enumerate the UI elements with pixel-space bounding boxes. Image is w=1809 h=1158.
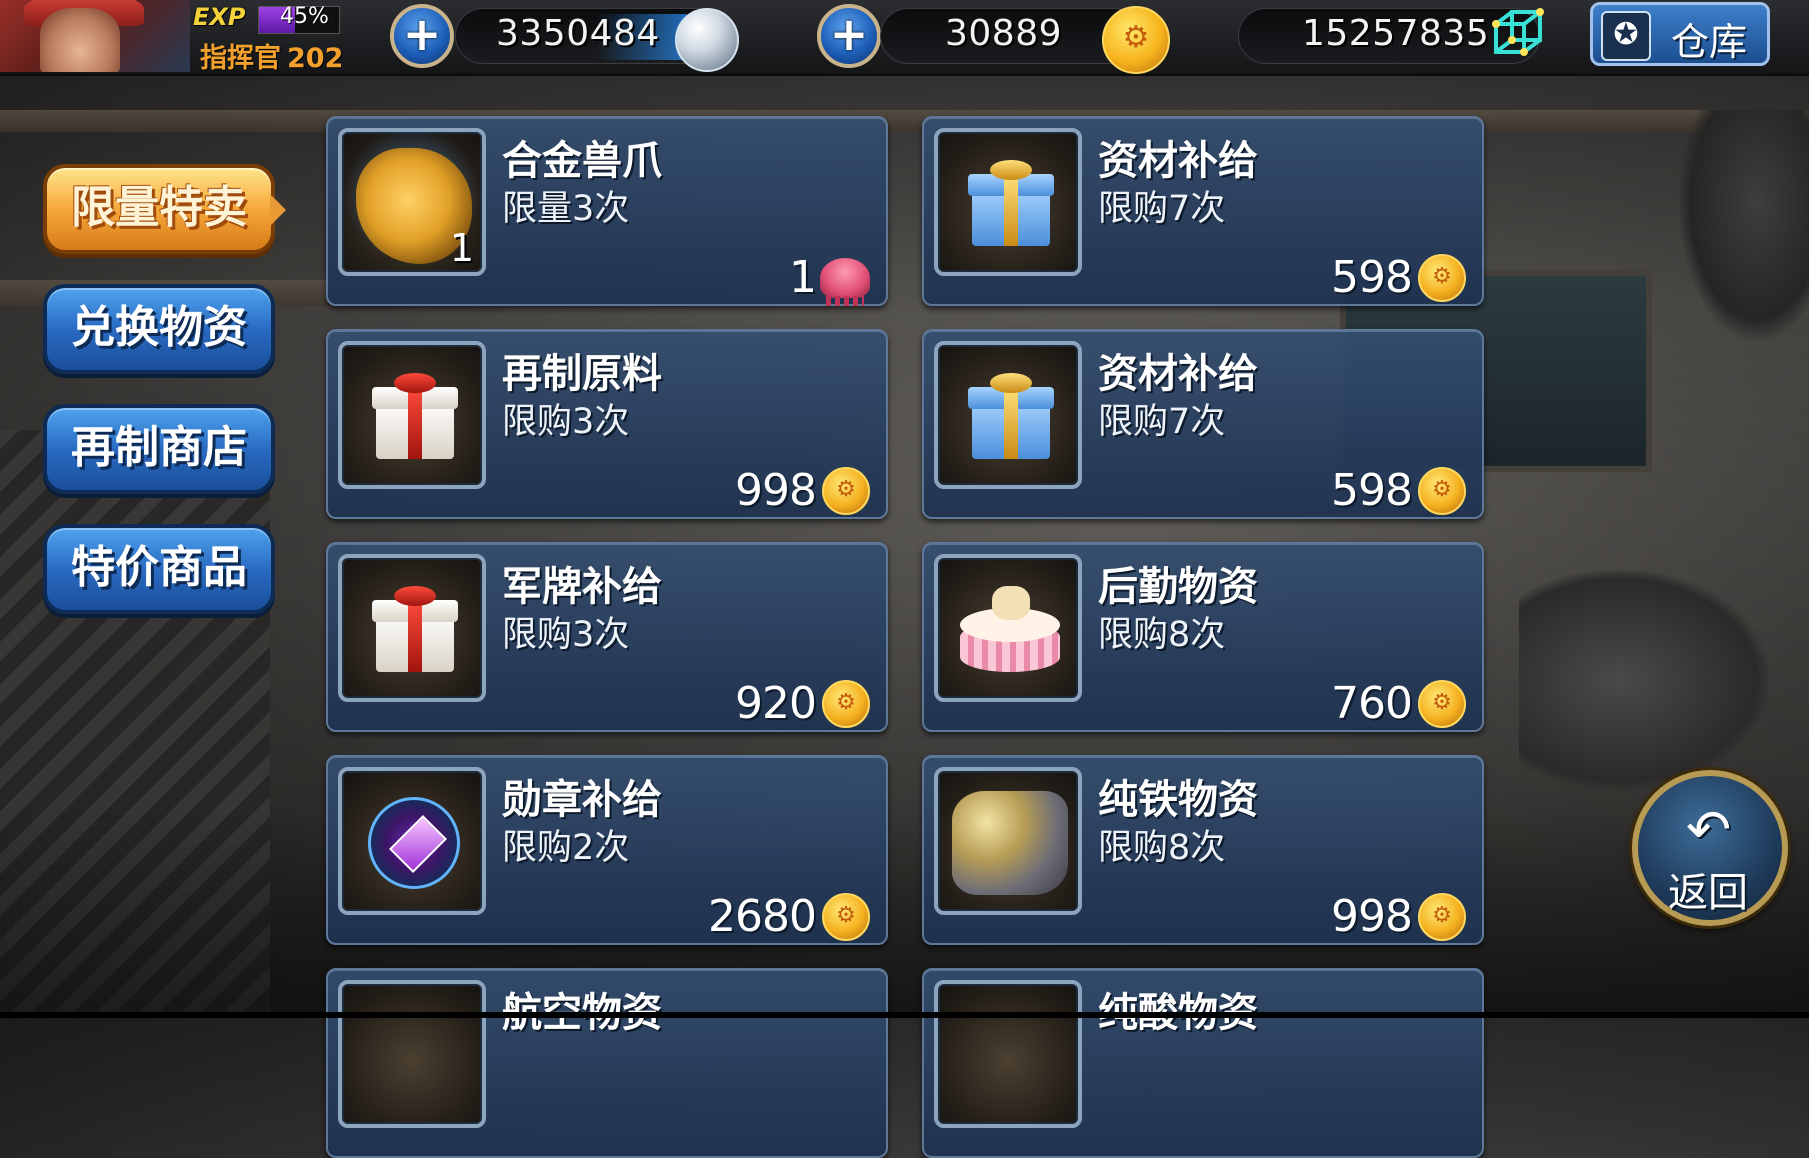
- silver-coin-icon: [675, 8, 739, 72]
- star-item-icon: [338, 980, 486, 1128]
- tab-exchange-supplies[interactable]: 兑换物资: [43, 284, 275, 374]
- item-limit: 限量3次: [502, 189, 630, 229]
- cake-gift-icon: [934, 554, 1082, 702]
- tab-remake-shop[interactable]: 再制商店: [43, 404, 275, 494]
- ore-art: [952, 791, 1068, 895]
- shop-item-card[interactable]: 军牌补给 限购3次 920 ⚙: [326, 542, 888, 732]
- warehouse-button[interactable]: ✪ 仓库: [1590, 2, 1770, 66]
- item-price: 998: [735, 465, 817, 516]
- back-arrow-icon: ↶: [1686, 798, 1732, 861]
- background-floor: [0, 808, 1809, 1018]
- item-price: 598: [1331, 465, 1413, 516]
- gold-coin-icon: ⚙: [1418, 254, 1466, 302]
- item-name: 军牌补给: [502, 564, 662, 610]
- background-helmet: [1679, 110, 1809, 340]
- item-name: 再制原料: [502, 351, 662, 397]
- red-gift-icon: [338, 341, 486, 489]
- exp-label: EXP: [193, 3, 246, 31]
- medal-art: [368, 797, 460, 889]
- item-name: 合金兽爪: [502, 138, 662, 184]
- item-price: 998: [1331, 891, 1413, 942]
- item-limit: 限购7次: [1098, 402, 1226, 442]
- gold-value: 30889: [945, 13, 1063, 54]
- gold-coin-icon: ⚙: [1418, 467, 1466, 515]
- shop-item-card[interactable]: 航空物资: [326, 968, 888, 1158]
- jelly-icon: [820, 258, 870, 306]
- top-bar: EXP 45% 指挥官 202 + 3350484 + 30889 ⚙ 15257…: [0, 0, 1809, 76]
- tab-limited-sale[interactable]: 限量特卖: [43, 164, 275, 254]
- item-name: 勋章补给: [502, 777, 662, 823]
- shop-item-card[interactable]: 资材补给 限购7次 598 ⚙: [922, 329, 1484, 519]
- cake-gift-art: [960, 586, 1060, 676]
- red-gift-icon: [338, 554, 486, 702]
- exp-percent: 45%: [280, 4, 329, 29]
- background-beam: [0, 110, 1809, 132]
- bottom-strip: [0, 1012, 1809, 1018]
- item-limit: 限购2次: [502, 828, 630, 868]
- back-button[interactable]: ↶ 返回: [1632, 770, 1788, 926]
- item-name: 航空物资: [502, 990, 662, 1036]
- medal-icon: [338, 767, 486, 915]
- add-silver-button[interactable]: +: [390, 4, 454, 68]
- item-price: 1: [789, 252, 817, 303]
- warehouse-label: 仓库: [1671, 20, 1748, 64]
- item-price: 598: [1331, 252, 1413, 303]
- item-price: 760: [1331, 678, 1413, 729]
- claw-icon: 1: [338, 128, 486, 276]
- shop-item-card[interactable]: 勋章补给 限购2次 2680 ⚙: [326, 755, 888, 945]
- add-gold-button[interactable]: +: [817, 4, 881, 68]
- gold-coin-icon: ⚙: [1418, 680, 1466, 728]
- red-gift-art: [372, 373, 458, 461]
- blue-gift-icon: [934, 341, 1082, 489]
- player-rank: 指挥官 202: [200, 36, 343, 75]
- red-gift-art: [372, 586, 458, 674]
- shop-item-card[interactable]: 1 合金兽爪 限量3次 1: [326, 116, 888, 306]
- item-name: 纯铁物资: [1098, 777, 1258, 823]
- gold-coin-icon: ⚙: [822, 893, 870, 941]
- shop-item-card[interactable]: 后勤物资 限购8次 760 ⚙: [922, 542, 1484, 732]
- item-name: 资材补给: [1098, 351, 1258, 397]
- flask-item-icon: [934, 980, 1082, 1128]
- rank-label: 指挥官: [200, 43, 281, 74]
- item-name: 后勤物资: [1098, 564, 1258, 610]
- item-limit: 限购3次: [502, 615, 630, 655]
- item-limit: 限购7次: [1098, 189, 1226, 229]
- item-limit: 限购8次: [1098, 615, 1226, 655]
- gold-coin-icon: ⚙: [1418, 893, 1466, 941]
- shop-item-card[interactable]: 资材补给 限购7次 598 ⚙: [922, 116, 1484, 306]
- silver-value: 3350484: [496, 13, 660, 54]
- item-limit: 限购3次: [502, 402, 630, 442]
- blue-gift-art: [968, 160, 1054, 248]
- back-label: 返回: [1668, 870, 1748, 916]
- item-count: 1: [449, 226, 474, 270]
- item-name: 纯酸物资: [1098, 990, 1258, 1036]
- shop-item-card[interactable]: 纯酸物资: [922, 968, 1484, 1158]
- gold-coin-icon: ⚙: [822, 680, 870, 728]
- player-avatar[interactable]: [0, 0, 190, 72]
- shop-item-card[interactable]: 纯铁物资 限购8次 998 ⚙: [922, 755, 1484, 945]
- item-price: 2680: [708, 891, 817, 942]
- avatar-face: [40, 8, 120, 72]
- tab-special-offers[interactable]: 特价商品: [43, 524, 275, 614]
- blue-gift-art: [968, 373, 1054, 461]
- warehouse-icon: ✪: [1601, 11, 1651, 61]
- cube-value: 15257835: [1302, 13, 1490, 54]
- item-price: 920: [735, 678, 817, 729]
- gold-coin-icon: ⚙: [1102, 6, 1170, 74]
- blue-gift-icon: [934, 128, 1082, 276]
- item-limit: 限购8次: [1098, 828, 1226, 868]
- background-cannon: [1519, 570, 1769, 790]
- gold-coin-icon: ⚙: [822, 467, 870, 515]
- active-tab-arrow-icon: [270, 194, 286, 226]
- shop-item-card[interactable]: 再制原料 限购3次 998 ⚙: [326, 329, 888, 519]
- player-level: 202: [287, 43, 344, 74]
- item-name: 资材补给: [1098, 138, 1258, 184]
- ore-icon: [934, 767, 1082, 915]
- cube-icon: [1492, 8, 1544, 56]
